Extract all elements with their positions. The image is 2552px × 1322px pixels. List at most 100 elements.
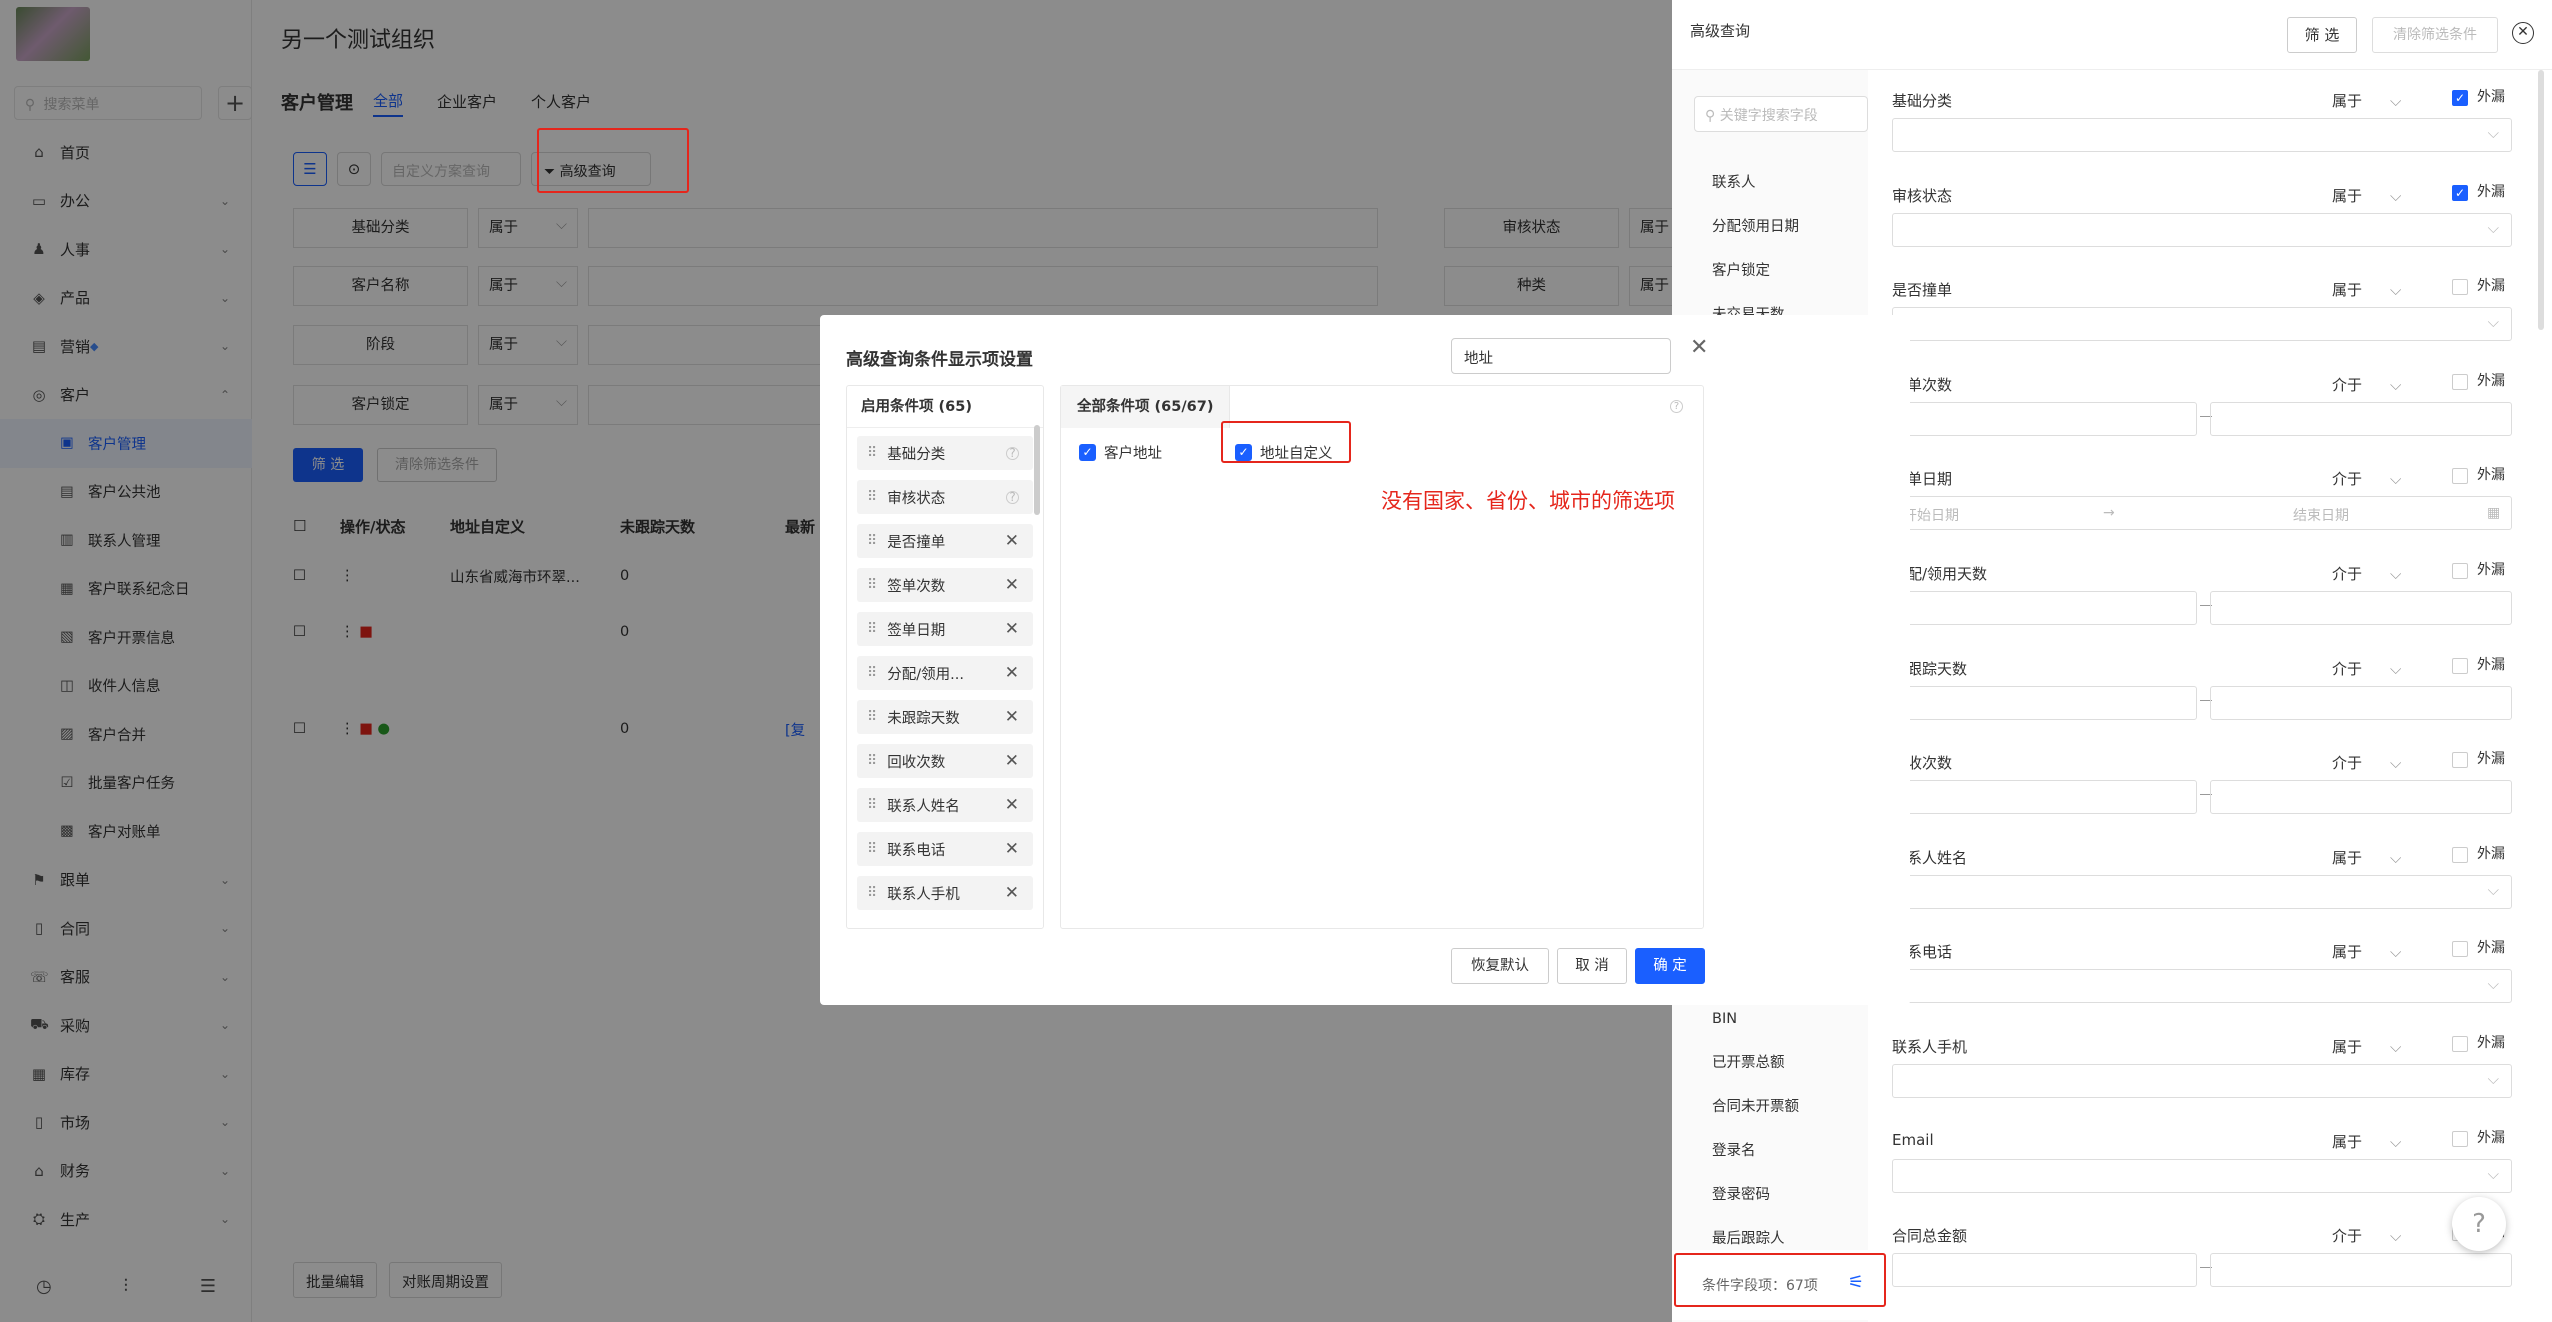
remove-icon[interactable]: ✕ bbox=[1005, 663, 1019, 683]
scrollbar[interactable] bbox=[1034, 425, 1040, 515]
condition-operator[interactable]: 属于 bbox=[2332, 1131, 2401, 1152]
checkbox-checked-icon[interactable]: ✓ bbox=[2452, 90, 2468, 106]
date-range-picker[interactable]: 开始日期 → 结束日期 ▦ bbox=[1892, 496, 2512, 531]
checkbox[interactable] bbox=[2452, 941, 2468, 958]
drag-handle-icon[interactable]: ⠿ bbox=[867, 621, 877, 637]
field-list-item[interactable]: 登录名 bbox=[1712, 1129, 1862, 1173]
all-conditions-tab[interactable]: 全部条件项 (65/67) bbox=[1061, 386, 1231, 428]
drag-handle-icon[interactable]: ⠿ bbox=[867, 797, 877, 813]
field-list-item[interactable]: 登录密码 bbox=[1712, 1173, 1862, 1217]
field-list-item[interactable]: 已开票总额 bbox=[1712, 1041, 1862, 1085]
condition-select[interactable] bbox=[1892, 969, 2512, 1004]
cancel-button[interactable]: 取 消 bbox=[1557, 948, 1627, 984]
condition-operator[interactable]: 介于 bbox=[2332, 374, 2401, 395]
range-min-input[interactable] bbox=[1892, 591, 2197, 625]
checkbox-checked-icon[interactable]: ✓ bbox=[2452, 184, 2468, 201]
drawer-clear-button[interactable]: 清除筛选条件 bbox=[2372, 17, 2498, 53]
enabled-condition-item[interactable]: ⠿ 回收次数 ✕ bbox=[857, 744, 1033, 778]
condition-operator[interactable]: 介于 bbox=[2332, 1225, 2401, 1246]
condition-operator[interactable]: 属于 bbox=[2332, 185, 2401, 206]
drag-handle-icon[interactable]: ⠿ bbox=[867, 753, 877, 769]
enabled-condition-item[interactable]: ⠿ 未跟踪天数 ✕ bbox=[857, 700, 1033, 734]
confirm-button[interactable]: 确 定 bbox=[1635, 948, 1705, 984]
field-list-item[interactable]: 客户锁定 bbox=[1712, 249, 1862, 293]
enabled-condition-item[interactable]: ⠿ 审核状态? bbox=[857, 480, 1033, 514]
help-icon[interactable]: ? bbox=[1670, 400, 1683, 413]
dialog-search-input[interactable]: 地址 bbox=[1451, 338, 1671, 374]
remove-icon[interactable]: ✕ bbox=[1005, 751, 1019, 771]
remove-icon[interactable]: ✕ bbox=[1005, 531, 1019, 551]
condition-select[interactable] bbox=[1892, 1064, 2512, 1098]
condition-operator[interactable]: 属于 bbox=[2332, 279, 2401, 300]
close-icon[interactable]: ✕ bbox=[1690, 335, 1708, 360]
drawer-filter-button[interactable]: 筛 选 bbox=[2287, 17, 2357, 53]
range-max-input[interactable] bbox=[2210, 1253, 2512, 1288]
field-search-input[interactable]: ⚲ 关键字搜索字段 bbox=[1694, 96, 1868, 132]
condition-operator[interactable]: 介于 bbox=[2332, 563, 2401, 584]
range-min-input[interactable] bbox=[1892, 1253, 2197, 1288]
condition-operator[interactable]: 属于 bbox=[2332, 1036, 2401, 1057]
checkbox[interactable] bbox=[2452, 563, 2468, 579]
enabled-condition-item[interactable]: ⠿ 分配/领用... ✕ bbox=[857, 656, 1033, 690]
checkbox[interactable] bbox=[2452, 468, 2468, 485]
remove-icon[interactable]: ✕ bbox=[1005, 707, 1019, 727]
checkbox[interactable] bbox=[2452, 752, 2468, 769]
range-min-input[interactable] bbox=[1892, 401, 2197, 436]
remove-icon[interactable]: ✕ bbox=[1005, 575, 1019, 595]
enabled-condition-item[interactable]: ⠿ 是否撞单 ✕ bbox=[857, 524, 1033, 558]
drag-handle-icon[interactable]: ⠿ bbox=[867, 489, 877, 505]
reset-default-button[interactable]: 恢复默认 bbox=[1451, 948, 1549, 984]
remove-icon[interactable]: ✕ bbox=[1005, 839, 1019, 859]
condition-operator[interactable]: 介于 bbox=[2332, 468, 2401, 489]
condition-select[interactable] bbox=[1892, 874, 2512, 909]
scrollbar[interactable] bbox=[2538, 70, 2544, 330]
condition-select[interactable] bbox=[1892, 1158, 2512, 1193]
enabled-condition-item[interactable]: ⠿ 签单次数 ✕ bbox=[857, 568, 1033, 602]
enabled-condition-item[interactable]: ⠿ 联系人姓名 ✕ bbox=[857, 788, 1033, 822]
remove-icon[interactable]: ✕ bbox=[1005, 883, 1019, 903]
checkbox[interactable] bbox=[2452, 846, 2468, 863]
help-icon[interactable]: ? bbox=[2452, 1197, 2506, 1251]
drag-handle-icon[interactable]: ⠿ bbox=[867, 841, 877, 857]
condition-operator[interactable]: 属于 bbox=[2332, 941, 2401, 962]
help-icon[interactable]: ? bbox=[1006, 446, 1019, 460]
range-min-input[interactable] bbox=[1892, 780, 2197, 815]
condition-operator[interactable]: 属于 bbox=[2332, 90, 2401, 111]
range-min-input[interactable] bbox=[1892, 685, 2197, 720]
remove-icon[interactable]: ✕ bbox=[1005, 619, 1019, 639]
drag-handle-icon[interactable]: ⠿ bbox=[867, 577, 877, 593]
enabled-condition-item[interactable]: ⠿ 签单日期 ✕ bbox=[857, 612, 1033, 646]
checkbox[interactable] bbox=[2452, 373, 2468, 390]
condition-select[interactable] bbox=[1892, 212, 2512, 247]
field-list-item[interactable]: 合同未开票额 bbox=[1712, 1085, 1862, 1129]
enabled-condition-item[interactable]: ⠿ 联系人手机 ✕ bbox=[857, 876, 1033, 910]
drag-handle-icon[interactable]: ⠿ bbox=[867, 533, 877, 549]
field-list-item[interactable]: 分配领用日期 bbox=[1712, 205, 1862, 249]
field-list-item[interactable]: 联系人 bbox=[1712, 161, 1862, 205]
condition-operator[interactable]: 介于 bbox=[2332, 752, 2401, 773]
remove-icon[interactable]: ✕ bbox=[1005, 795, 1019, 815]
drag-handle-icon[interactable]: ⠿ bbox=[867, 885, 877, 901]
close-icon[interactable]: ✕ bbox=[2512, 22, 2534, 44]
checkbox[interactable] bbox=[2452, 657, 2468, 674]
condition-operator[interactable]: 介于 bbox=[2332, 658, 2401, 679]
range-max-input[interactable] bbox=[2210, 685, 2512, 720]
enabled-condition-item[interactable]: ⠿ 联系电话 ✕ bbox=[857, 832, 1033, 866]
help-icon[interactable]: ? bbox=[1006, 490, 1019, 504]
condition-operator[interactable]: 属于 bbox=[2332, 847, 2401, 868]
checkbox-checked-icon[interactable]: ✓ bbox=[1079, 444, 1096, 461]
drag-handle-icon[interactable]: ⠿ bbox=[867, 665, 877, 681]
condition-select[interactable] bbox=[1892, 118, 2512, 152]
drag-handle-icon[interactable]: ⠿ bbox=[867, 709, 877, 725]
checkbox[interactable] bbox=[2452, 1130, 2468, 1147]
drag-handle-icon[interactable]: ⠿ bbox=[867, 445, 877, 461]
condition-select[interactable] bbox=[1892, 307, 2512, 342]
range-max-input[interactable] bbox=[2210, 401, 2512, 436]
condition-checkbox[interactable]: ✓ 客户地址 bbox=[1079, 442, 1162, 463]
checkbox[interactable] bbox=[2452, 1036, 2468, 1052]
highlight-box bbox=[1221, 421, 1351, 463]
enabled-condition-item[interactable]: ⠿ 基础分类? bbox=[857, 436, 1033, 470]
range-max-input[interactable] bbox=[2210, 591, 2512, 625]
range-max-input[interactable] bbox=[2210, 780, 2512, 815]
checkbox[interactable] bbox=[2452, 279, 2468, 296]
